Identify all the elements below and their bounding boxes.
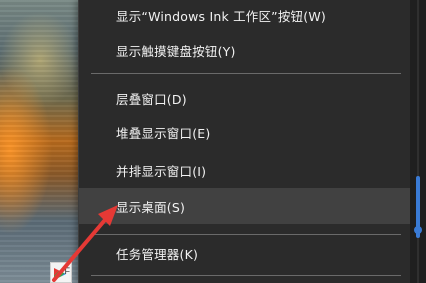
menu-item-show-touch-keyboard[interactable]: 显示触摸键盘按钮(Y) xyxy=(79,32,411,68)
taskbar-app-icon[interactable]: F xyxy=(50,262,72,283)
menu-item-show-windows-ink[interactable]: 显示“Windows Ink 工作区”按钮(W) xyxy=(79,0,411,33)
scrollbar-track xyxy=(417,0,419,283)
taskbar-context-menu: 显示“Windows Ink 工作区”按钮(W) 显示触摸键盘按钮(Y) 层叠窗… xyxy=(78,0,411,283)
menu-item-stack-windows[interactable]: 堆叠显示窗口(E) xyxy=(79,114,411,150)
menu-item-side-by-side-windows[interactable]: 并排显示窗口(I) xyxy=(79,152,411,188)
menu-separator xyxy=(91,73,401,74)
menu-item-task-manager[interactable]: 任务管理器(K) xyxy=(79,235,411,271)
desktop-wallpaper xyxy=(0,0,80,283)
app-icon-letter: F xyxy=(64,266,71,276)
menu-item-show-desktop[interactable]: 显示桌面(S) xyxy=(79,188,411,224)
menu-separator xyxy=(91,275,401,276)
scrollbar[interactable] xyxy=(410,0,426,283)
scrollbar-knob[interactable] xyxy=(414,226,422,234)
menu-item-cascade-windows[interactable]: 层叠窗口(D) xyxy=(79,80,411,116)
